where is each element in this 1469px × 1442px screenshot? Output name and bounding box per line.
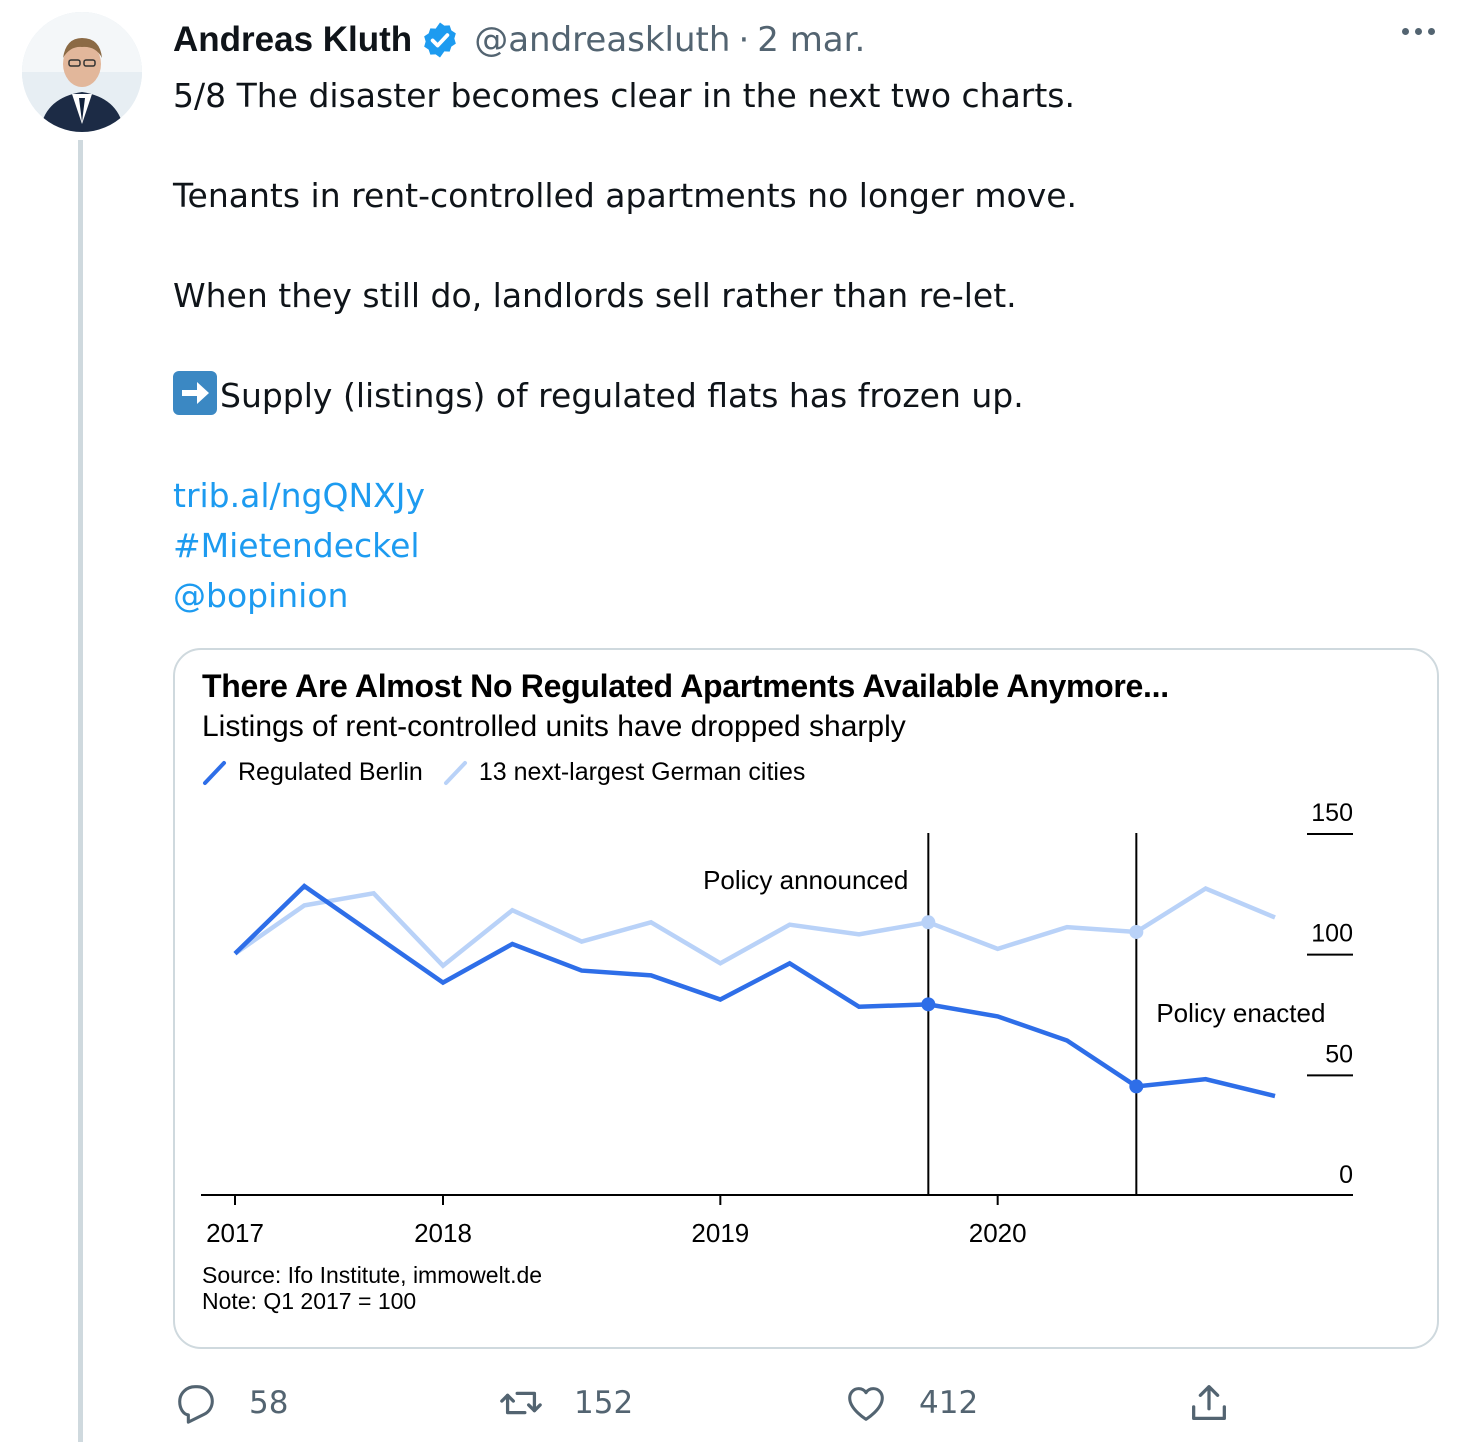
chart-source-text: Source: Ifo Institute, immowelt.de: [202, 1262, 543, 1288]
series-line: [233, 883, 1276, 1099]
heart-icon: [848, 1387, 884, 1421]
x-tick-label: 2020: [969, 1218, 1027, 1248]
annotation-label: Policy announced: [703, 865, 908, 895]
media-card[interactable]: There Are Almost No Regulated Apartments…: [173, 648, 1439, 1349]
y-tick-label: 150: [1311, 799, 1353, 827]
tweet-line: When they still do, landlords sell rathe…: [173, 276, 1017, 315]
author-name[interactable]: Andreas Kluth: [173, 20, 412, 60]
retweet-icon: [500, 1391, 542, 1415]
data-point: [921, 915, 936, 930]
data-point: [1129, 1079, 1144, 1094]
hashtag-link[interactable]: #Mietendeckel: [173, 526, 420, 565]
tweet-text: 5/8 The disaster becomes clear in the ne…: [173, 71, 1433, 621]
retweet-count: 152: [574, 1385, 634, 1421]
tweet-link[interactable]: trib.al/ngQNXJy: [173, 476, 425, 515]
tweet-actions: 58 152 412: [173, 1375, 1253, 1431]
reply-count: 58: [249, 1385, 289, 1421]
reply-icon: [178, 1385, 214, 1424]
header-separator: ·: [738, 20, 750, 60]
tweet-line: Supply (listings) of regulated flats has…: [220, 376, 1024, 415]
author-avatar[interactable]: [22, 12, 142, 132]
series-line: [233, 885, 1276, 969]
more-dot-icon: [1428, 28, 1435, 35]
reply-button[interactable]: 58: [173, 1375, 288, 1431]
line-break: [173, 421, 1433, 471]
x-tick-label: 2017: [206, 1218, 264, 1248]
thread-connector-line: [78, 140, 83, 1442]
data-point: [1129, 924, 1144, 939]
chart-source: Source: Ifo Institute, immowelt.de Note:…: [202, 1262, 542, 1314]
tweet-date[interactable]: 2 mar.: [757, 20, 865, 60]
line-break: [173, 121, 1433, 171]
more-dot-icon: [1415, 28, 1422, 35]
line-break: [173, 321, 1433, 371]
share-button[interactable]: [1186, 1375, 1232, 1431]
retweet-button[interactable]: 152: [498, 1375, 633, 1431]
x-tick-label: 2018: [414, 1218, 472, 1248]
tweet-header: Andreas Kluth @andreaskluth · 2 mar.: [173, 18, 865, 62]
share-icon: [1192, 1385, 1226, 1420]
x-tick-label: 2019: [691, 1218, 749, 1248]
line-chart: 150 100 50 0 2017 2018 2019 2020 Policy announce…: [201, 799, 1353, 1248]
like-button[interactable]: 412: [843, 1375, 978, 1431]
line-break: [173, 221, 1433, 271]
more-dot-icon: [1402, 28, 1409, 35]
tweet-line-with-emoji: Supply (listings) of regulated flats has…: [173, 371, 1433, 421]
tweet-line: 5/8 The disaster becomes clear in the ne…: [173, 76, 1075, 115]
tweet-line: Tenants in rent-controlled apartments no…: [173, 176, 1078, 215]
right-arrow-emoji-icon: [173, 371, 217, 415]
data-point: [921, 997, 936, 1012]
y-tick-label: 0: [1339, 1161, 1353, 1189]
y-tick-label: 50: [1325, 1040, 1353, 1068]
avatar-photo: [22, 12, 142, 132]
more-options-icon[interactable]: [1402, 28, 1435, 35]
mention-link[interactable]: @bopinion: [173, 576, 348, 615]
like-count: 412: [919, 1385, 979, 1421]
author-handle[interactable]: @andreaskluth: [474, 20, 730, 60]
verified-badge-icon: [424, 22, 457, 58]
annotation-label: Policy enacted: [1156, 998, 1325, 1028]
chart-note-text: Note: Q1 2017 = 100: [202, 1288, 417, 1314]
y-tick-label: 100: [1311, 920, 1353, 948]
